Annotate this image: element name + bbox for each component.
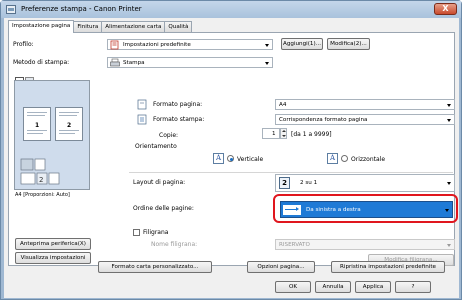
chevron-up-icon xyxy=(282,130,286,132)
close-button[interactable]: X xyxy=(434,3,457,15)
profile-value: Impostazioni predefinite xyxy=(123,42,191,48)
watermark-name-select[interactable]: RISERVATO xyxy=(275,239,455,250)
chevron-down-icon xyxy=(447,119,451,122)
apply-button[interactable]: Applica xyxy=(355,281,391,293)
layout-2up-icon: 2 xyxy=(279,177,290,189)
preview-caption: A4 [Proporzioni: Auto] xyxy=(15,192,70,198)
chevron-down-icon xyxy=(265,44,269,47)
profile-settings-icon xyxy=(110,40,119,50)
chevron-down-icon xyxy=(445,209,449,212)
finishing-icons: 2 xyxy=(20,158,60,185)
page-order-select[interactable]: Da sinistra a destra xyxy=(280,201,453,218)
page-size-select[interactable]: A4 xyxy=(275,99,455,110)
page-order-label: Ordine delle pagine: xyxy=(133,205,194,212)
view-settings-button[interactable]: Visualizza impostazioni xyxy=(15,252,91,264)
watermark-name-value: RISERVATO xyxy=(279,242,310,248)
chevron-down-icon xyxy=(282,135,286,137)
landscape-icon: A xyxy=(327,153,338,164)
page-layout-select[interactable]: 2 2 su 1 xyxy=(275,174,455,192)
ok-button[interactable]: OK xyxy=(275,281,311,293)
chevron-down-icon xyxy=(447,182,451,185)
output-size-label: Formato stampa: xyxy=(153,116,205,123)
page-setup-panel: Profilo: Impostazioni predefinite Aggiun… xyxy=(8,32,458,266)
tab-finishing[interactable]: Finitura xyxy=(73,21,103,32)
page-order-value: Da sinistra a destra xyxy=(306,207,361,213)
copies-label: Copie: xyxy=(159,132,179,139)
portrait-label: Verticale xyxy=(237,156,264,163)
watermark-checkbox[interactable] xyxy=(133,229,140,236)
page-options-button[interactable]: Opzioni pagina... xyxy=(247,261,315,273)
printer-app-icon xyxy=(6,5,16,14)
chevron-down-icon xyxy=(265,62,269,65)
copies-range: [da 1 a 9999] xyxy=(291,131,332,138)
page-layout-value: 2 su 1 xyxy=(300,180,318,186)
restore-defaults-button[interactable]: Ripristina impostazioni predefinite xyxy=(331,261,445,273)
tab-paper-source[interactable]: Alimentazione carta xyxy=(101,21,166,32)
output-method-value: Stampa xyxy=(123,60,145,66)
left-to-right-icon xyxy=(283,205,301,215)
output-size-icon xyxy=(137,114,147,125)
preview-page-number: 2 xyxy=(67,122,72,129)
custom-paper-size-button[interactable]: Formato carta personalizzato... xyxy=(98,261,212,273)
output-size-value: Corrispondenza formato pagina xyxy=(279,117,368,123)
preview-page-1: 1 xyxy=(23,107,51,141)
portrait-radio[interactable] xyxy=(227,155,234,162)
watermark-label: Filigrana xyxy=(143,229,169,236)
help-button[interactable]: ? xyxy=(395,281,431,293)
landscape-label: Orizzontale xyxy=(351,156,386,163)
dialog-client-area: Impostazione pagina Finitura Alimentazio… xyxy=(4,18,459,298)
svg-text:2: 2 xyxy=(39,176,43,184)
window-title: Preferenze stampa - Canon Printer xyxy=(21,5,142,13)
copies-input[interactable]: 1 xyxy=(262,128,280,139)
add-profile-button[interactable]: Aggiungi(1)... xyxy=(281,38,323,50)
output-method-label: Metodo di stampa: xyxy=(13,59,70,66)
watermark-name-label: Nome filigrana: xyxy=(151,241,198,248)
profile-label: Profilo: xyxy=(13,41,34,48)
preview-page-number: 1 xyxy=(35,122,40,129)
title-bar[interactable]: Preferenze stampa - Canon Printer X xyxy=(1,1,461,18)
cancel-button[interactable]: Annulla xyxy=(315,281,351,293)
page-size-label: Formato pagina: xyxy=(153,101,203,108)
output-method-select[interactable]: Stampa xyxy=(107,57,273,68)
device-preview-button[interactable]: Anteprima periferica(X) xyxy=(15,238,91,250)
chevron-down-icon xyxy=(447,104,451,107)
output-size-select[interactable]: Corrispondenza formato pagina xyxy=(275,114,455,125)
portrait-icon: A xyxy=(213,153,224,164)
tab-strip: Impostazione pagina Finitura Alimentazio… xyxy=(8,20,193,33)
profile-select[interactable]: Impostazioni predefinite xyxy=(107,39,273,50)
landscape-radio[interactable] xyxy=(341,155,348,162)
tab-page-setup[interactable]: Impostazione pagina xyxy=(8,20,75,33)
printer-icon xyxy=(110,58,120,67)
copies-stepper[interactable] xyxy=(280,128,287,139)
orientation-label: Orientamento xyxy=(135,143,177,150)
page-size-value: A4 xyxy=(279,102,287,108)
print-preferences-window: Preferenze stampa - Canon Printer X Impo… xyxy=(0,0,462,300)
copies-value: 1 xyxy=(272,131,276,137)
page-size-icon xyxy=(137,99,147,110)
chevron-down-icon xyxy=(447,244,451,247)
page-layout-label: Layout di pagina: xyxy=(133,179,186,186)
edit-profile-button[interactable]: Modifica(2)... xyxy=(327,38,370,50)
divider xyxy=(129,172,453,173)
preview-page-2: 2 xyxy=(55,107,83,141)
tab-quality[interactable]: Qualità xyxy=(164,21,193,32)
